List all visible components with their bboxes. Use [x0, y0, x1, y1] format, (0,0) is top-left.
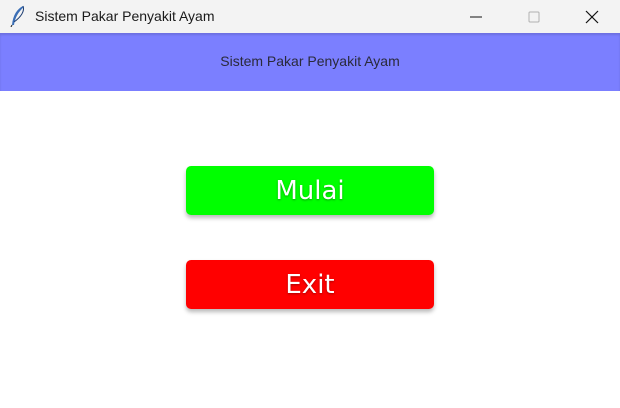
close-button[interactable]	[564, 0, 620, 33]
title-bar[interactable]: Sistem Pakar Penyakit Ayam	[0, 0, 620, 33]
app-window: Sistem Pakar Penyakit Ayam Sistem Pakar …	[0, 0, 620, 408]
maximize-icon	[528, 11, 540, 22]
feather-icon	[9, 5, 27, 28]
minimize-button[interactable]	[448, 0, 504, 33]
maximize-button[interactable]	[506, 0, 562, 33]
minimize-icon	[470, 16, 482, 17]
window-title: Sistem Pakar Penyakit Ayam	[35, 8, 215, 24]
header-title: Sistem Pakar Penyakit Ayam	[220, 53, 400, 69]
start-button[interactable]: Mulai	[186, 166, 434, 215]
header-banner: Sistem Pakar Penyakit Ayam	[0, 33, 620, 91]
close-icon	[585, 10, 599, 23]
exit-button[interactable]: Exit	[186, 260, 434, 309]
